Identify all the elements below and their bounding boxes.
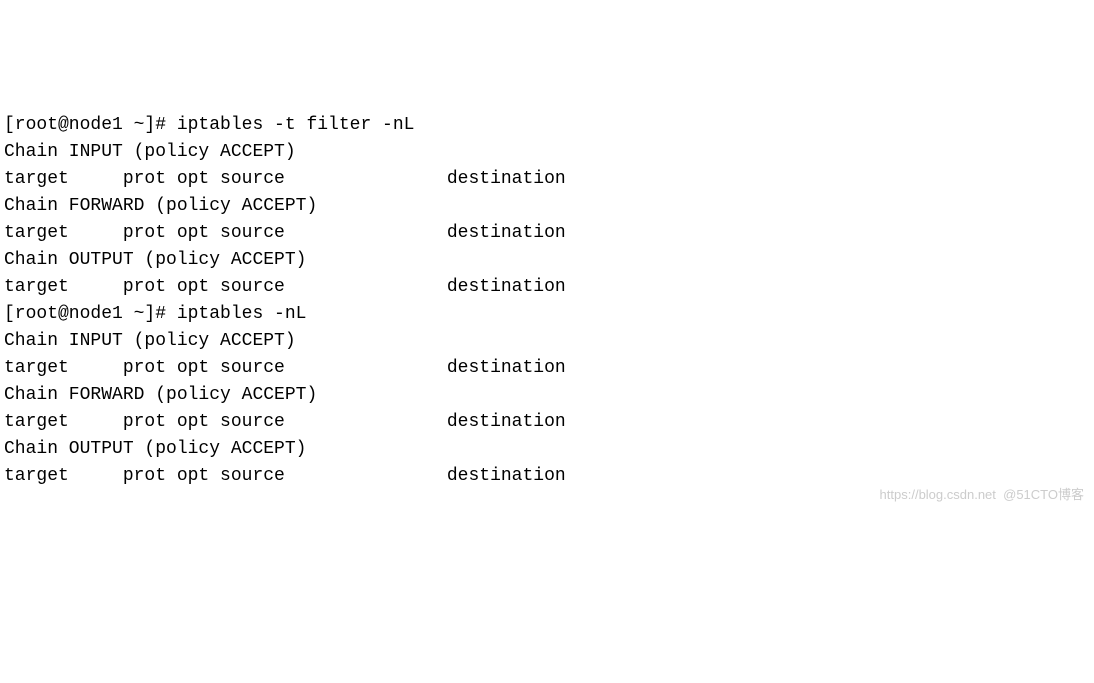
terminal-line: [root@node1 ~]# iptables -nL bbox=[4, 301, 1090, 328]
terminal-line: Chain FORWARD (policy ACCEPT) bbox=[4, 382, 1090, 409]
terminal-line: Chain OUTPUT (policy ACCEPT) bbox=[4, 247, 1090, 274]
terminal-line: Chain INPUT (policy ACCEPT) bbox=[4, 328, 1090, 355]
terminal-line: target prot opt source destination bbox=[4, 355, 1090, 382]
terminal-line: Chain FORWARD (policy ACCEPT) bbox=[4, 193, 1090, 220]
terminal-output[interactable]: [root@node1 ~]# iptables -t filter -nLCh… bbox=[4, 112, 1090, 490]
terminal-line: Chain OUTPUT (policy ACCEPT) bbox=[4, 436, 1090, 463]
terminal-line: target prot opt source destination bbox=[4, 409, 1090, 436]
terminal-line: [root@node1 ~]# iptables -t filter -nL bbox=[4, 112, 1090, 139]
watermark-text: https://blog.csdn.net @51CTO博客 bbox=[880, 485, 1084, 505]
terminal-line: target prot opt source destination bbox=[4, 166, 1090, 193]
terminal-line: target prot opt source destination bbox=[4, 274, 1090, 301]
terminal-line: Chain INPUT (policy ACCEPT) bbox=[4, 139, 1090, 166]
terminal-line: target prot opt source destination bbox=[4, 220, 1090, 247]
